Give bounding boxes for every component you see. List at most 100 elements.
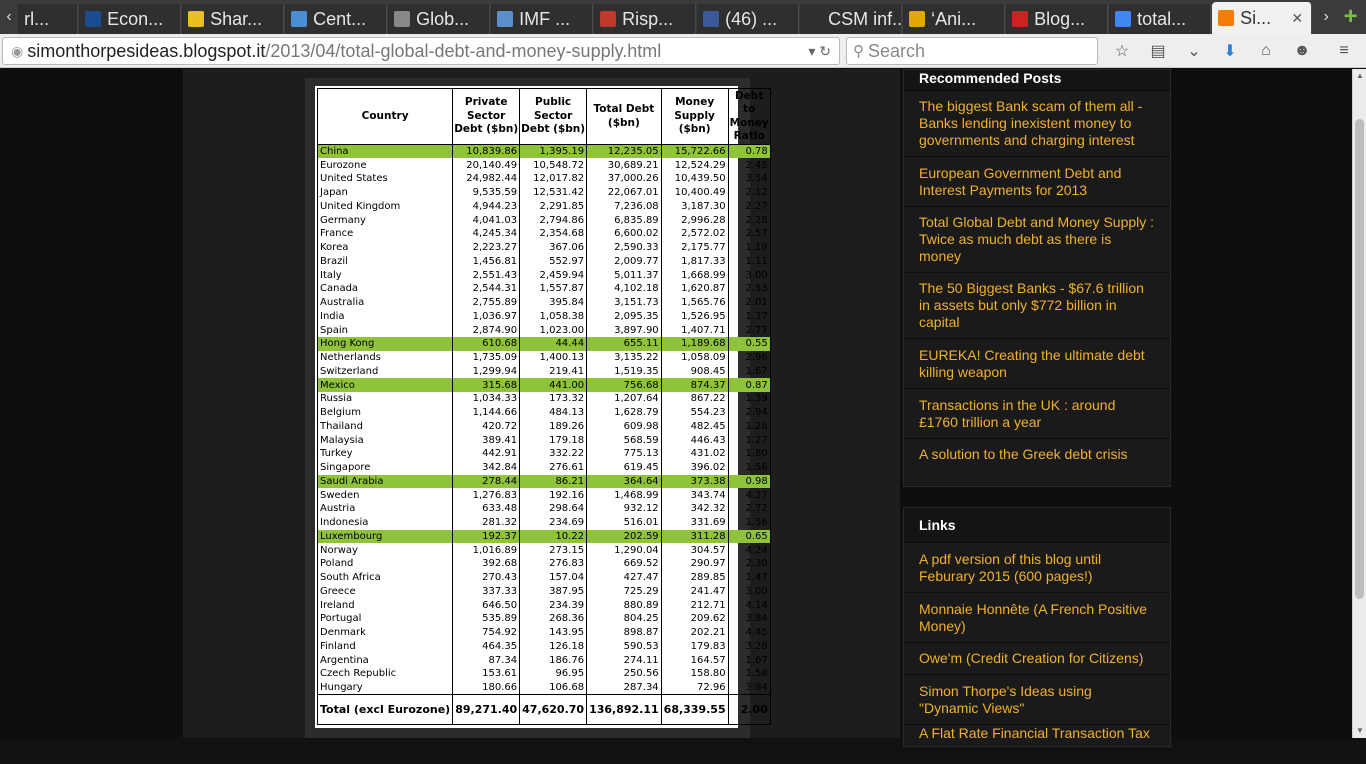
- browser-tab[interactable]: Blog...: [1006, 4, 1109, 34]
- url-bar[interactable]: ◉ simonthorpesideas.blogspot.it /2013/04…: [2, 37, 840, 65]
- recommended-post-link[interactable]: A solution to the Greek debt crisis: [904, 438, 1170, 470]
- recommended-post-link[interactable]: EUREKA! Creating the ultimate debt killi…: [904, 338, 1170, 388]
- cell-public: 484.13: [519, 405, 588, 420]
- browser-tab[interactable]: (46) ...: [697, 4, 800, 34]
- download-icon[interactable]: ⬇: [1212, 37, 1248, 65]
- browser-tab[interactable]: rl...: [18, 4, 79, 34]
- cell-country: China: [316, 144, 454, 159]
- tab-label: Blog...: [1034, 8, 1086, 29]
- cell-ratio: 1.67: [727, 653, 771, 667]
- recommended-posts-list: The biggest Bank scam of them all - Bank…: [904, 90, 1170, 470]
- cell-private: 2,223.27: [452, 240, 521, 255]
- cell-private: 389.41: [452, 433, 521, 447]
- browser-tab[interactable]: Shar...: [182, 4, 285, 34]
- cell-country: Netherlands: [316, 350, 454, 365]
- cell-public: 387.95: [519, 584, 588, 599]
- cell-country: Switzerland: [316, 364, 454, 379]
- cell-private: 1,144.66: [452, 405, 521, 420]
- cell-ratio: 2.27: [727, 199, 771, 214]
- debt-table: Country Private Sector Debt ($bn) Public…: [316, 88, 771, 725]
- browser-tab[interactable]: CSM inf...: [800, 4, 903, 34]
- tab-scroll-left-icon[interactable]: ‹: [0, 0, 18, 34]
- cell-total: 6,835.89: [586, 213, 662, 227]
- tab-scroll-right-icon[interactable]: ›: [1317, 0, 1335, 34]
- browser-tab[interactable]: Glob...: [388, 4, 491, 34]
- total-ratio: 2.00: [727, 694, 771, 725]
- menu-icon[interactable]: ≡: [1326, 37, 1362, 65]
- cell-money: 241.47: [660, 584, 729, 599]
- browser-tab[interactable]: Cent...: [285, 4, 388, 34]
- tab-label: Cent...: [313, 8, 367, 29]
- reading-list-icon[interactable]: ▤: [1140, 37, 1176, 65]
- browser-tab[interactable]: total...: [1109, 4, 1212, 34]
- url-host: simonthorpesideas.blogspot.it: [27, 40, 266, 61]
- cell-money: 554.23: [660, 405, 729, 420]
- cell-country: Australia: [316, 295, 454, 310]
- browser-tab[interactable]: IMF ...: [491, 4, 594, 34]
- cell-total: 1,628.79: [586, 405, 662, 420]
- table-row: Russia 1,034.33 173.32 1,207.64 867.22 1.39: [316, 392, 771, 406]
- browser-tab[interactable]: Econ...: [79, 4, 182, 34]
- cell-private: 2,551.43: [452, 268, 521, 282]
- recommended-post-link[interactable]: European Government Debt and Interest Pa…: [904, 156, 1170, 206]
- cell-public: 12,531.42: [519, 185, 588, 200]
- browser-tab[interactable]: Si... ✕: [1212, 2, 1313, 34]
- bookmark-star-icon[interactable]: ☆: [1104, 37, 1140, 65]
- cell-country: Denmark: [316, 625, 454, 640]
- cell-country: Brazil: [316, 254, 454, 269]
- cell-ratio: 1.37: [727, 309, 771, 324]
- recommended-post-link[interactable]: Total Global Debt and Money Supply : Twi…: [904, 206, 1170, 272]
- cell-country: Finland: [316, 639, 454, 654]
- sidebar-link[interactable]: A pdf version of this blog until Feburar…: [904, 542, 1170, 592]
- recommended-post-link[interactable]: The 50 Biggest Banks - $67.6 trillion in…: [904, 272, 1170, 338]
- sidebar-link[interactable]: A Flat Rate Financial Transaction Tax: [904, 724, 1170, 764]
- cell-ratio: 4.24: [727, 543, 771, 557]
- cell-money: 289.85: [660, 570, 729, 585]
- pocket-icon[interactable]: ⌄: [1176, 37, 1212, 65]
- cell-total: 609.98: [586, 419, 662, 434]
- sidebar-link[interactable]: Owe'm (Credit Creation for Citizens): [904, 642, 1170, 674]
- cell-private: 442.91: [452, 447, 521, 461]
- home-icon[interactable]: ⌂: [1248, 37, 1284, 65]
- page-scrollbar[interactable]: ▲ ▼: [1352, 69, 1366, 738]
- cell-total: 3,135.22: [586, 350, 662, 365]
- browser-tab[interactable]: Risp...: [594, 4, 697, 34]
- chat-icon[interactable]: ☻: [1284, 37, 1320, 65]
- sidebar-link[interactable]: Simon Thorpe's Ideas using "Dynamic View…: [904, 674, 1170, 724]
- cell-public: 1,395.19: [519, 144, 588, 159]
- cell-ratio: 3.00: [727, 584, 771, 599]
- cell-ratio: 1.27: [727, 433, 771, 447]
- tab-label: Risp...: [622, 8, 674, 29]
- cell-ratio: 2.28: [727, 213, 771, 227]
- search-input[interactable]: ⚲ Search: [846, 37, 1098, 65]
- recommended-post-link[interactable]: Transactions in the UK : around £1760 tr…: [904, 388, 1170, 438]
- table-row: Germany 4,041.03 2,794.86 6,835.89 2,996.28 2…: [316, 213, 771, 227]
- cell-ratio: 0.78: [727, 144, 771, 159]
- cell-country: Sweden: [316, 488, 454, 502]
- cell-ratio: 1.11: [727, 254, 771, 269]
- cell-money: 1,620.87: [660, 282, 729, 296]
- cell-private: 535.89: [452, 612, 521, 626]
- cell-money: 482.45: [660, 419, 729, 434]
- new-tab-icon[interactable]: +: [1335, 0, 1366, 34]
- reload-icon[interactable]: ▾ ↻: [808, 43, 831, 60]
- tab-close-icon[interactable]: ✕: [1291, 10, 1303, 27]
- cell-country: South Africa: [316, 570, 454, 585]
- cell-ratio: 4.27: [727, 488, 771, 502]
- sidebar-link[interactable]: Monnaie Honnête (A French Positive Money…: [904, 592, 1170, 642]
- cell-public: 552.97: [519, 254, 588, 269]
- browser-tab[interactable]: ‘Ani...: [903, 4, 1006, 34]
- cell-money: 331.69: [660, 515, 729, 530]
- scroll-down-icon[interactable]: ▼: [1353, 724, 1366, 738]
- tab-label: rl...: [24, 8, 50, 29]
- recommended-post-link[interactable]: The biggest Bank scam of them all - Bank…: [904, 90, 1170, 156]
- cell-money: 212.71: [660, 598, 729, 612]
- cell-public: 186.76: [519, 653, 588, 667]
- cell-money: 1,058.09: [660, 350, 729, 365]
- scroll-thumb[interactable]: [1355, 119, 1364, 599]
- total-private: 89,271.40: [452, 694, 521, 725]
- cell-private: 192.37: [452, 529, 521, 544]
- cell-private: 1,016.89: [452, 543, 521, 557]
- cell-public: 234.69: [519, 515, 588, 530]
- scroll-up-icon[interactable]: ▲: [1353, 69, 1366, 83]
